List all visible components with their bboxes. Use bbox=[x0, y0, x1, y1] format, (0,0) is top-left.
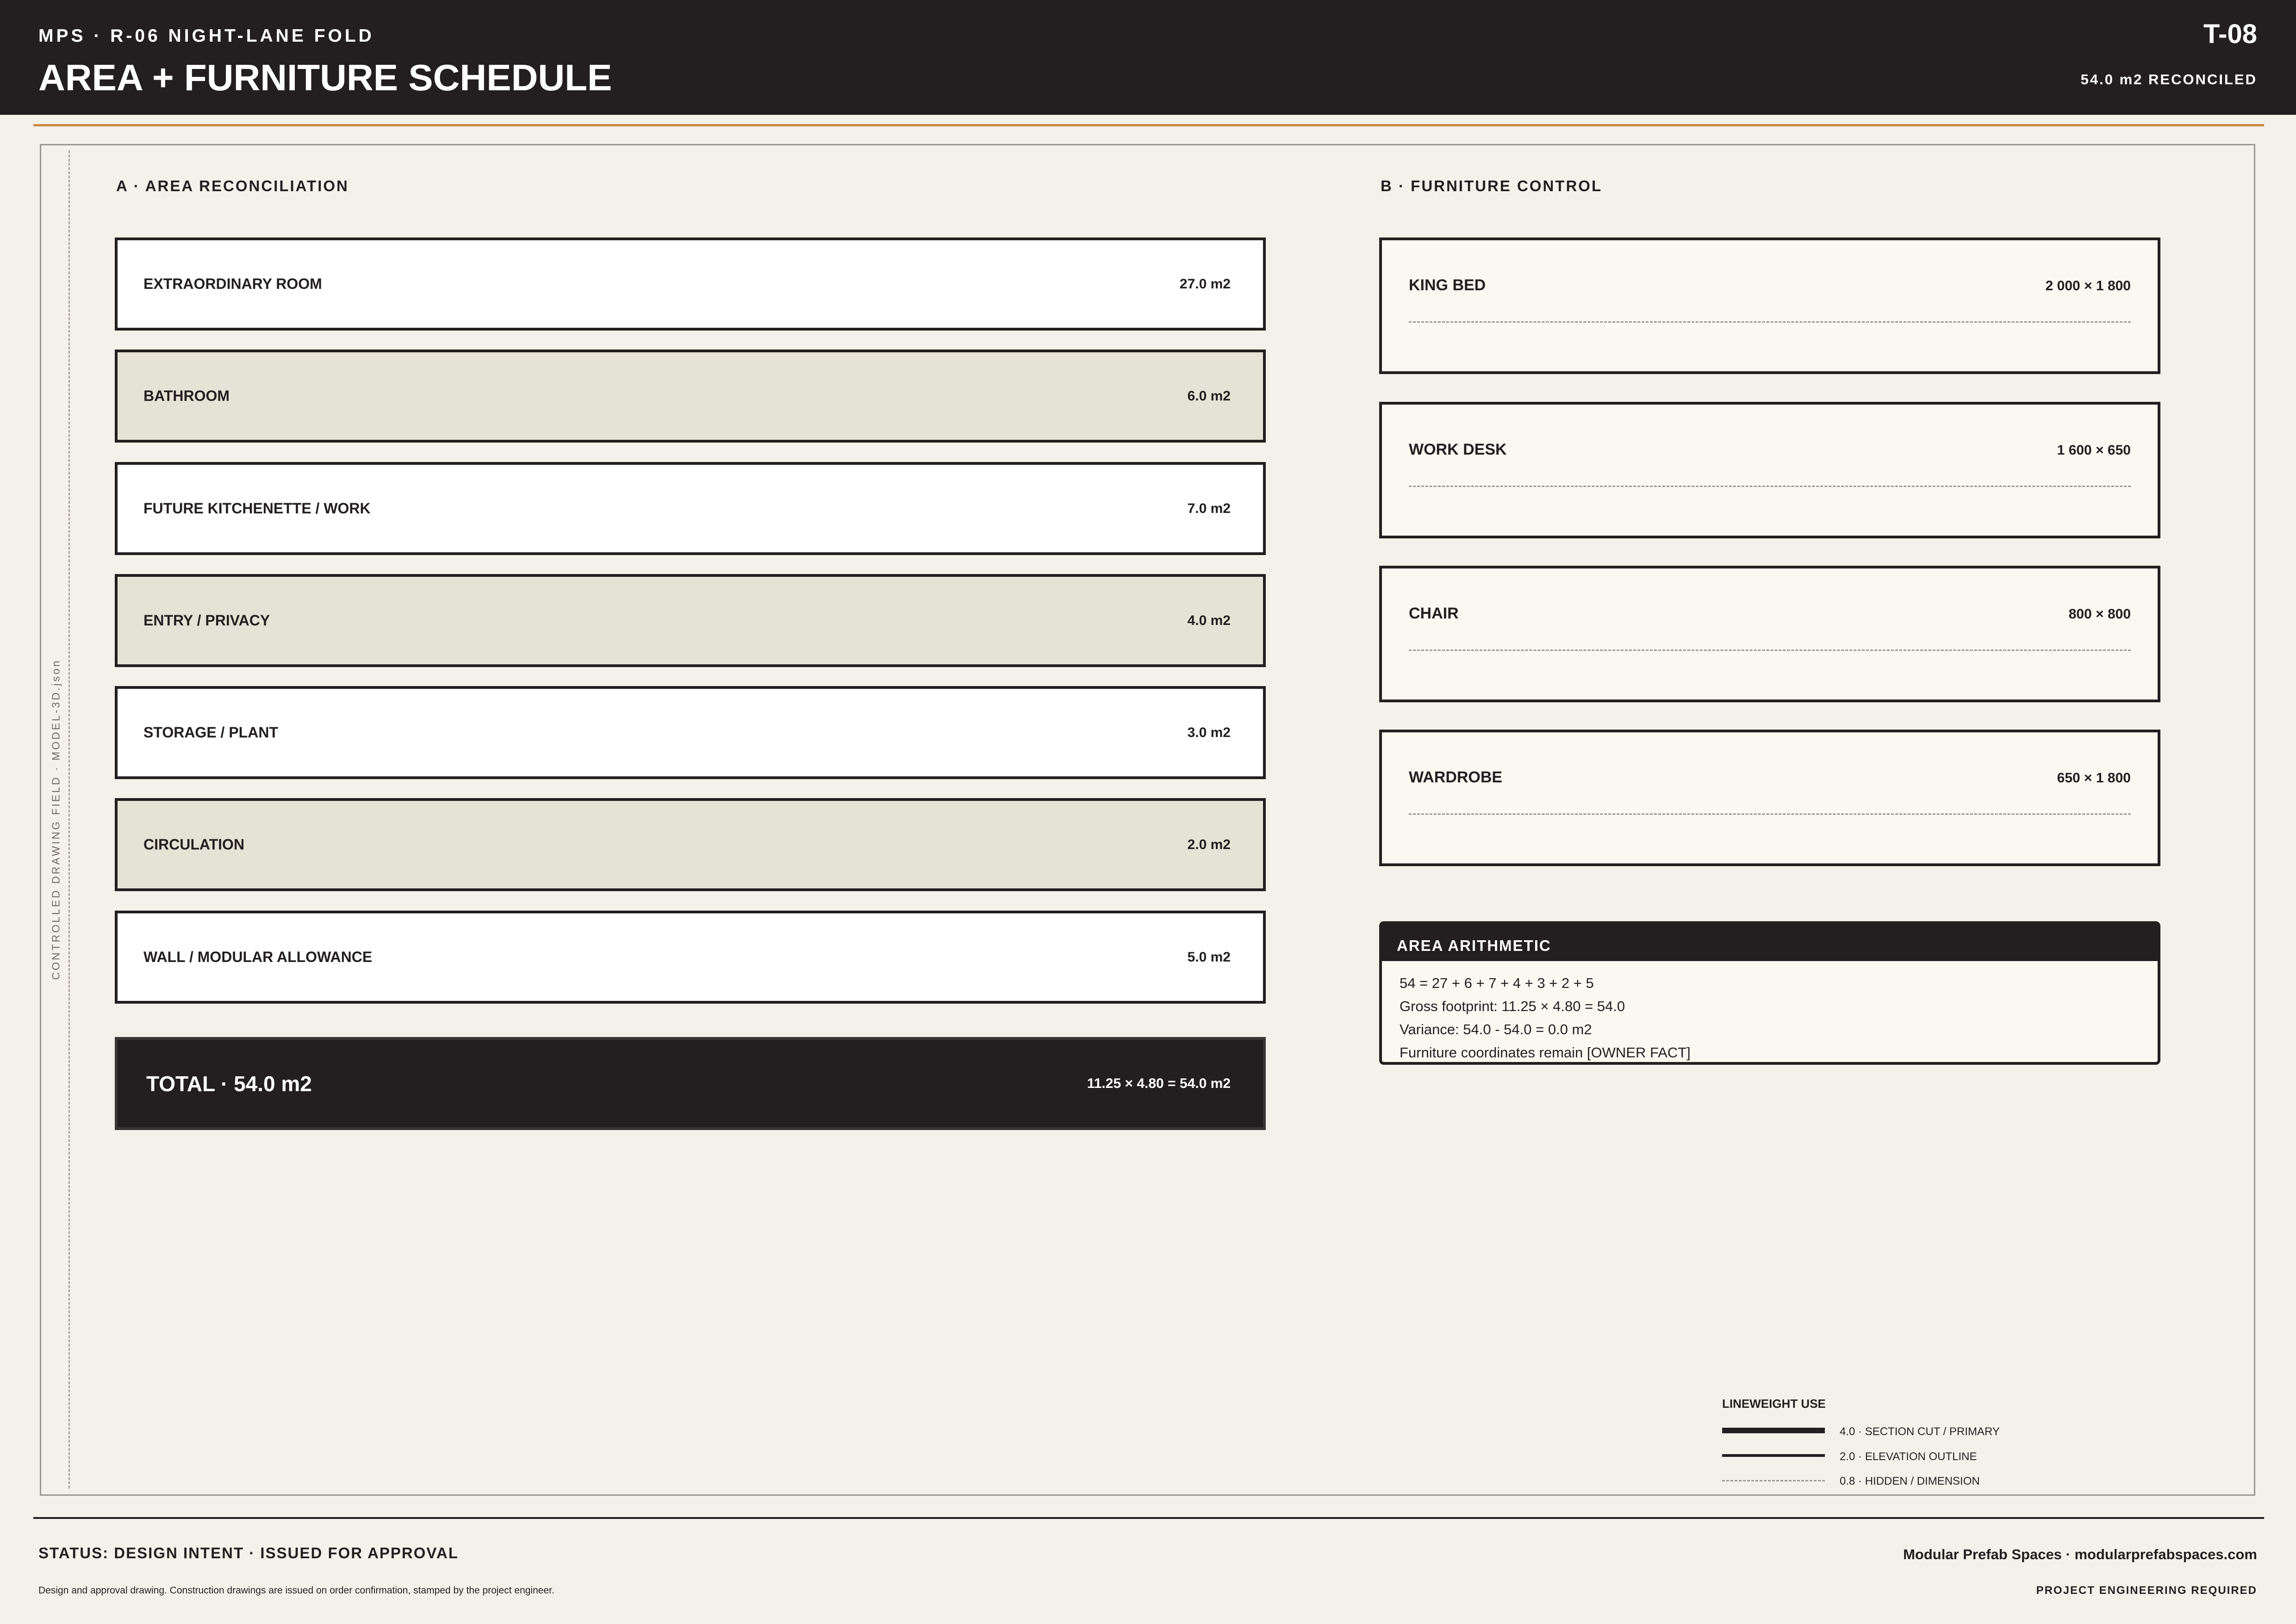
area-row-value: 4.0 m2 bbox=[1187, 612, 1231, 628]
area-row-label: BATHROOM bbox=[143, 387, 230, 404]
arithmetic-line: Furniture coordinates remain [OWNER FACT… bbox=[1400, 1044, 1691, 1061]
area-row: ENTRY / PRIVACY 4.0 m2 bbox=[115, 574, 1266, 667]
furniture-item-size: 650 × 1 800 bbox=[2057, 770, 2131, 786]
lineweight-sample-heavy bbox=[1722, 1428, 1825, 1433]
area-row-value: 5.0 m2 bbox=[1187, 949, 1231, 965]
reconciled-badge: 54.0 m2 RECONCILED bbox=[2080, 71, 2257, 87]
lineweight-sample-dashed bbox=[1722, 1480, 1825, 1481]
arithmetic-line: 54 = 27 + 6 + 7 + 4 + 3 + 2 + 5 bbox=[1400, 975, 1594, 991]
area-row-value: 6.0 m2 bbox=[1187, 388, 1231, 404]
area-row-label: EXTRAORDINARY ROOM bbox=[143, 275, 322, 292]
sheet-number: T-08 bbox=[2203, 19, 2257, 49]
area-row-value: 2.0 m2 bbox=[1187, 837, 1231, 852]
area-row-label: CIRCULATION bbox=[143, 836, 245, 853]
area-row: EXTRAORDINARY ROOM 27.0 m2 bbox=[115, 237, 1266, 331]
furniture-item-size: 800 × 800 bbox=[2068, 606, 2131, 622]
side-dashed-rule bbox=[68, 150, 70, 1488]
furniture-section-title: B · FURNITURE CONTROL bbox=[1381, 177, 1603, 194]
area-total-value: 11.25 × 4.80 = 54.0 m2 bbox=[1087, 1075, 1231, 1091]
status-line: STATUS: DESIGN INTENT · ISSUED FOR APPRO… bbox=[38, 1544, 459, 1562]
dimension-dashed-line bbox=[1409, 650, 2131, 651]
lineweight-legend-title: LINEWEIGHT USE bbox=[1722, 1397, 1826, 1411]
disclaimer: Design and approval drawing. Constructio… bbox=[38, 1585, 554, 1596]
furniture-item: CHAIR 800 × 800 bbox=[1379, 566, 2160, 702]
furniture-item-label: WORK DESK bbox=[1409, 441, 1507, 458]
furniture-item-label: WARDROBE bbox=[1409, 768, 1503, 786]
lineweight-label: 4.0 · SECTION CUT / PRIMARY bbox=[1840, 1425, 2000, 1438]
area-row-value: 3.0 m2 bbox=[1187, 725, 1231, 740]
area-row-value: 7.0 m2 bbox=[1187, 500, 1231, 516]
area-row: BATHROOM 6.0 m2 bbox=[115, 350, 1266, 443]
company-credit: Modular Prefab Spaces · modularprefabspa… bbox=[1903, 1546, 2257, 1562]
furniture-item: WARDROBE 650 × 1 800 bbox=[1379, 730, 2160, 866]
furniture-item: WORK DESK 1 600 × 650 bbox=[1379, 402, 2160, 538]
dimension-dashed-line bbox=[1409, 321, 2131, 323]
title-block-header: MPS · R-06 NIGHT-LANE FOLD AREA + FURNIT… bbox=[0, 0, 2296, 115]
arithmetic-title: AREA ARITHMETIC bbox=[1382, 924, 2158, 961]
area-total-row: TOTAL · 54.0 m2 11.25 × 4.80 = 54.0 m2 bbox=[115, 1037, 1266, 1130]
area-row: STORAGE / PLANT 3.0 m2 bbox=[115, 686, 1266, 779]
arithmetic-line: Variance: 54.0 - 54.0 = 0.0 m2 bbox=[1400, 1021, 1592, 1037]
area-row-value: 27.0 m2 bbox=[1179, 276, 1231, 292]
furniture-item: KING BED 2 000 × 1 800 bbox=[1379, 237, 2160, 374]
area-row-label: ENTRY / PRIVACY bbox=[143, 612, 270, 629]
lineweight-label: 2.0 · ELEVATION OUTLINE bbox=[1840, 1450, 1977, 1463]
area-row-label: WALL / MODULAR ALLOWANCE bbox=[143, 949, 373, 965]
area-section-title: A · AREA RECONCILIATION bbox=[116, 177, 349, 194]
area-row: FUTURE KITCHENETTE / WORK 7.0 m2 bbox=[115, 462, 1266, 555]
furniture-item-label: KING BED bbox=[1409, 276, 1486, 294]
lineweight-sample-medium bbox=[1722, 1454, 1825, 1457]
area-total-label: TOTAL · 54.0 m2 bbox=[146, 1071, 312, 1096]
lineweight-label: 0.8 · HIDDEN / DIMENSION bbox=[1840, 1475, 1980, 1487]
area-row-label: FUTURE KITCHENETTE / WORK bbox=[143, 500, 371, 517]
project-eyebrow: MPS · R-06 NIGHT-LANE FOLD bbox=[38, 26, 374, 46]
footer-rule bbox=[33, 1517, 2264, 1519]
page-title: AREA + FURNITURE SCHEDULE bbox=[38, 57, 612, 98]
accent-rule bbox=[33, 124, 2264, 126]
furniture-item-size: 2 000 × 1 800 bbox=[2045, 278, 2131, 294]
dimension-dashed-line bbox=[1409, 813, 2131, 815]
side-label: CONTROLLED DRAWING FIELD · MODEL-3D.json bbox=[50, 659, 62, 980]
engineering-note: PROJECT ENGINEERING REQUIRED bbox=[2036, 1584, 2257, 1597]
furniture-item-label: CHAIR bbox=[1409, 605, 1459, 622]
area-arithmetic-panel: AREA ARITHMETIC 54 = 27 + 6 + 7 + 4 + 3 … bbox=[1379, 921, 2160, 1065]
arithmetic-line: Gross footprint: 11.25 × 4.80 = 54.0 bbox=[1400, 998, 1625, 1014]
area-row: CIRCULATION 2.0 m2 bbox=[115, 798, 1266, 891]
furniture-item-size: 1 600 × 650 bbox=[2057, 443, 2131, 458]
dimension-dashed-line bbox=[1409, 486, 2131, 487]
area-row-label: STORAGE / PLANT bbox=[143, 724, 278, 741]
area-row: WALL / MODULAR ALLOWANCE 5.0 m2 bbox=[115, 911, 1266, 1004]
